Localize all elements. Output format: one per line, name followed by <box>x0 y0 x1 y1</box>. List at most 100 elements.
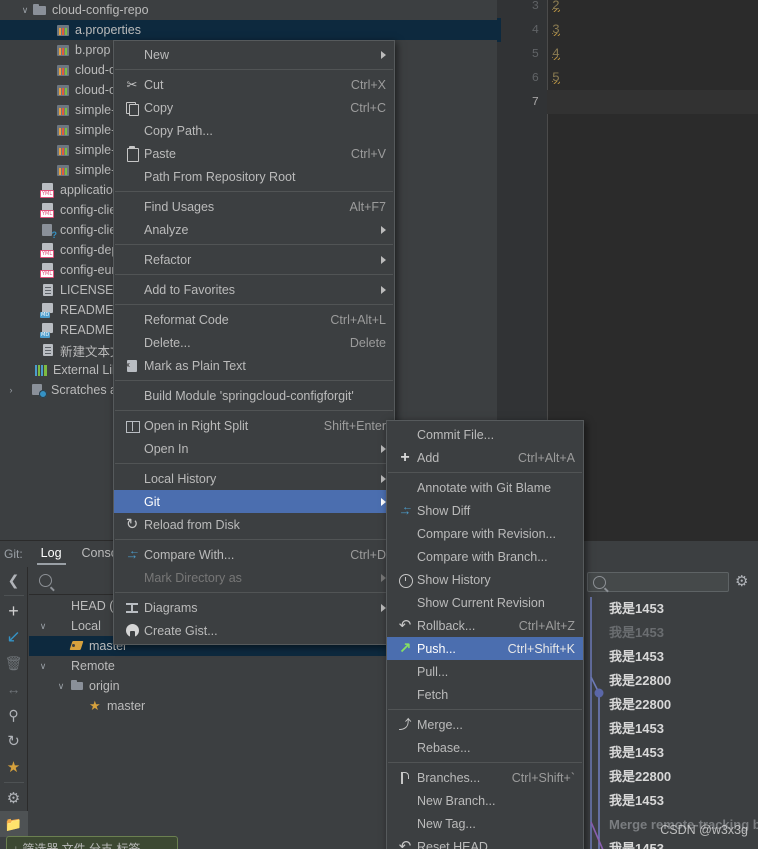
menu-item-mark-directory-as[interactable]: Mark Directory as <box>114 566 394 589</box>
commit-row-8[interactable]: 我是1453 <box>581 789 758 813</box>
code-line-0[interactable]: 2 <box>552 0 560 18</box>
menu-item-show-history[interactable]: Show History <box>387 568 583 591</box>
checkout-icon[interactable]: ↙ <box>0 624 28 650</box>
code-line-2[interactable]: 4 <box>552 42 560 66</box>
tag-icon <box>69 638 87 654</box>
menu-item-git[interactable]: Git <box>114 490 394 513</box>
refresh-icon[interactable]: ↻ <box>0 728 28 754</box>
menu-item-copy[interactable]: Copy Ctrl+C <box>114 96 394 119</box>
menu-item-commit-file[interactable]: Commit File... <box>387 423 583 446</box>
menu-item-reformat-code[interactable]: Reformat Code Ctrl+Alt+L <box>114 308 394 331</box>
commit-search-row[interactable] <box>581 567 758 597</box>
commit-search-input[interactable] <box>587 572 729 592</box>
search-icon <box>593 575 606 589</box>
menu-item-branches[interactable]: Branches... Ctrl+Shift+` <box>387 766 583 789</box>
menu-item-merge[interactable]: Merge... <box>387 713 583 736</box>
commit-row-2[interactable]: 我是1453 <box>581 645 758 669</box>
menu-item-label: Create Gist... <box>144 623 218 638</box>
menu-item-annotate-with-git-blame[interactable]: Annotate with Git Blame <box>387 476 583 499</box>
menu-item-fetch[interactable]: Fetch <box>387 683 583 706</box>
commit-list-panel[interactable]: 我是1453我是1453我是1453我是22800我是22800我是1453我是… <box>580 567 758 849</box>
delete-icon[interactable]: 🗑 <box>0 650 28 676</box>
settings-gear-icon[interactable]: ⚙ <box>0 785 28 811</box>
menu-item-open-in[interactable]: Open In <box>114 437 394 460</box>
menu-item-compare-with-branch[interactable]: Compare with Branch... <box>387 545 583 568</box>
commit-row-7[interactable]: 我是22800 <box>581 765 758 789</box>
git-submenu[interactable]: Commit File... Add Ctrl+Alt+A Annotate with… <box>386 420 584 849</box>
menu-item-no-icon <box>395 687 415 703</box>
commit-row-4[interactable]: 我是22800 <box>581 693 758 717</box>
menu-item-delete[interactable]: Delete... Delete <box>114 331 394 354</box>
favorite-star-icon[interactable]: ★ <box>0 754 28 780</box>
menu-item-reset-head[interactable]: Reset HEAD... <box>387 835 583 849</box>
commit-row-10[interactable]: 我是1453 <box>581 837 758 849</box>
editor-change-marker <box>497 18 501 42</box>
tree-root-label: cloud-config-repo <box>52 3 149 17</box>
menu-item-analyze[interactable]: Analyze <box>114 218 394 241</box>
show-files-icon[interactable]: 📁 <box>0 811 28 837</box>
menu-item-add-to-favorites[interactable]: Add to Favorites <box>114 278 394 301</box>
menu-item-path-from-repository-root[interactable]: Path From Repository Root <box>114 165 394 188</box>
menu-item-diagrams[interactable]: Diagrams <box>114 596 394 619</box>
add-icon[interactable]: + <box>0 598 28 624</box>
branch-no-icon <box>51 618 69 634</box>
menu-item-push[interactable]: Push... Ctrl+Shift+K <box>387 637 583 660</box>
menu-item-copy-path[interactable]: Copy Path... <box>114 119 394 142</box>
menu-item-rollback[interactable]: Rollback... Ctrl+Alt+Z <box>387 614 583 637</box>
menu-item-new[interactable]: New <box>114 43 394 66</box>
menu-separator <box>115 191 393 192</box>
menu-item-paste[interactable]: Paste Ctrl+V <box>114 142 394 165</box>
menu-item-mark-as-plain-text[interactable]: Mark as Plain Text <box>114 354 394 377</box>
commit-rows[interactable]: 我是1453 我是1453 我是1453 我是22800 我是22800 我是1453 我是… <box>581 597 758 849</box>
menu-item-find-usages[interactable]: Find Usages Alt+F7 <box>114 195 394 218</box>
tree-item-0[interactable]: a.properties <box>0 20 497 40</box>
tree-root-row[interactable]: ∨ cloud-config-repo <box>0 0 497 20</box>
chevron-right-icon[interactable]: › <box>4 385 18 395</box>
menu-item-no-icon <box>395 480 415 496</box>
chevron-down-icon[interactable]: ∨ <box>35 661 51 672</box>
menu-item-reload-from-disk[interactable]: Reload from Disk <box>114 513 394 536</box>
menu-item-show-current-revision[interactable]: Show Current Revision <box>387 591 583 614</box>
menu-item-create-gist[interactable]: Create Gist... <box>114 619 394 642</box>
tree-item-label: simple- <box>75 103 116 117</box>
add-icon <box>395 450 415 466</box>
menu-item-new-tag[interactable]: New Tag... <box>387 812 583 835</box>
menu-item-label: Copy Path... <box>144 123 213 138</box>
commit-row-1[interactable]: 我是1453 <box>581 621 758 645</box>
commit-row-0[interactable]: 我是1453 <box>581 597 758 621</box>
search-icon[interactable]: ⚲ <box>0 702 28 728</box>
menu-item-open-in-right-split[interactable]: Open in Right Split Shift+Enter <box>114 414 394 437</box>
menu-item-show-diff[interactable]: Show Diff <box>387 499 583 522</box>
chevron-down-icon[interactable]: ∨ <box>53 681 69 692</box>
menu-item-refactor[interactable]: Refactor <box>114 248 394 271</box>
file-context-menu[interactable]: New Cut Ctrl+X Copy Ctrl+C Copy Path... Paste C… <box>113 40 395 645</box>
commit-row-6[interactable]: 我是1453 <box>581 741 758 765</box>
commit-row-5[interactable]: 我是1453 <box>581 717 758 741</box>
tree-item-label: config-eur <box>60 263 116 277</box>
menu-item-pull[interactable]: Pull... <box>387 660 583 683</box>
menu-item-add[interactable]: Add Ctrl+Alt+A <box>387 446 583 469</box>
menu-item-label: Paste <box>144 146 176 161</box>
commit-settings-gear-icon[interactable] <box>733 572 753 592</box>
tab-log[interactable]: Log <box>31 543 72 565</box>
rollback-icon <box>395 618 415 634</box>
menu-item-cut[interactable]: Cut Ctrl+X <box>114 73 394 96</box>
commit-row-3[interactable]: 我是22800 <box>581 669 758 693</box>
menu-item-no-icon <box>122 222 142 238</box>
code-line-1[interactable]: 3 <box>552 18 560 42</box>
code-line-3[interactable]: 5 <box>552 66 560 90</box>
menu-item-compare-with-revision[interactable]: Compare with Revision... <box>387 522 583 545</box>
menu-item-shortcut: Ctrl+D <box>350 547 386 562</box>
compare-icon[interactable]: ↔ <box>0 676 28 702</box>
git-sidebar-toolbar[interactable]: ❮ + ↙ 🗑 ↔ ⚲ ↻ ★ ⚙ 📁 <box>0 567 28 849</box>
reload-icon <box>122 517 142 533</box>
menu-item-new-branch[interactable]: New Branch... <box>387 789 583 812</box>
menu-item-label: Reload from Disk <box>144 517 240 532</box>
chevron-down-icon[interactable]: ∨ <box>35 621 51 632</box>
menu-item-compare-with[interactable]: Compare With... Ctrl+D <box>114 543 394 566</box>
collapse-left-icon[interactable]: ❮ <box>0 567 28 593</box>
chevron-down-icon[interactable]: ∨ <box>18 5 32 16</box>
menu-item-local-history[interactable]: Local History <box>114 467 394 490</box>
menu-item-build-module-springcloud-configforgit[interactable]: Build Module 'springcloud-configforgit' <box>114 384 394 407</box>
menu-item-rebase[interactable]: Rebase... <box>387 736 583 759</box>
